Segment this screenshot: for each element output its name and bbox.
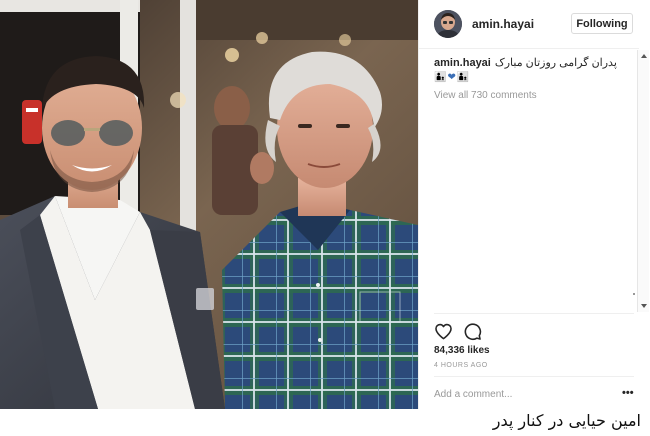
post-photo[interactable] xyxy=(0,0,418,409)
comment-bubble-icon[interactable] xyxy=(463,322,482,341)
scroll-down-arrow-icon[interactable] xyxy=(641,304,647,308)
scroll-up-arrow-icon[interactable] xyxy=(641,54,647,58)
add-comment-input[interactable] xyxy=(434,386,604,402)
scroll-position-dot xyxy=(633,293,635,295)
avatar[interactable] xyxy=(434,10,462,38)
avatar-image xyxy=(434,10,462,38)
divider xyxy=(434,313,634,314)
heart-icon[interactable] xyxy=(434,322,453,341)
post-header: amin.hayai Following xyxy=(419,0,639,49)
photo-image xyxy=(0,0,418,409)
username-link[interactable]: amin.hayai xyxy=(472,17,534,31)
post-side-panel: amin.hayai Following amin.hayai پدران گرا… xyxy=(418,0,650,409)
caption-text: پدران گرامی روزتان مبارک xyxy=(494,57,617,69)
caption-username[interactable]: amin.hayai xyxy=(434,57,491,69)
following-button[interactable]: Following xyxy=(571,13,633,34)
caption-emoji: 👨‍👦❤👨‍👦 xyxy=(434,72,471,83)
comments-section: amin.hayai پدران گرامی روزتان مبارک 👨‍👦❤👨… xyxy=(434,56,635,312)
likes-count[interactable]: 84,336 likes xyxy=(434,345,490,356)
more-options-icon[interactable]: ••• xyxy=(622,387,634,399)
view-all-comments-link[interactable]: View all 730 comments xyxy=(434,90,634,101)
divider xyxy=(434,376,634,377)
post-actions xyxy=(434,321,482,341)
footer-caption: امین حیایی در کنار پدر xyxy=(492,411,641,430)
caption: amin.hayai پدران گرامی روزتان مبارک 👨‍👦❤👨… xyxy=(434,56,634,85)
post-timestamp: 4 HOURS AGO xyxy=(434,362,488,369)
comments-scrollbar[interactable] xyxy=(637,50,649,312)
